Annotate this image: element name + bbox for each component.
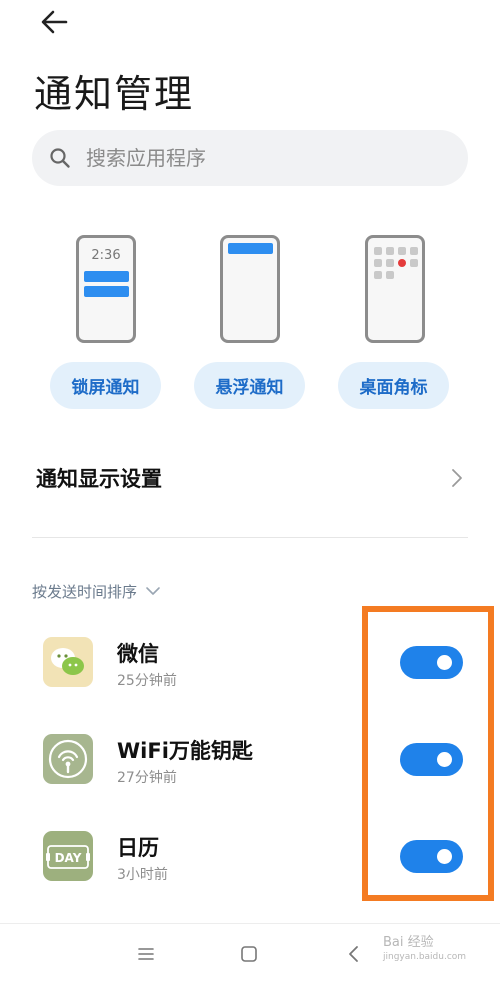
preview-time: 2:36 — [91, 248, 121, 263]
preview-notification-bar — [84, 271, 129, 282]
wifi-key-notification-toggle[interactable] — [400, 743, 463, 776]
app-name: 微信 — [117, 642, 159, 666]
toggle-knob — [437, 849, 452, 864]
app-time: 3小时前 — [117, 867, 168, 883]
back-button[interactable] — [36, 4, 76, 40]
lockscreen-preview[interactable]: 2:36 — [76, 235, 136, 343]
app-row-wifi-key[interactable]: WiFi万能钥匙 27分钟前 — [0, 734, 500, 814]
floating-notification-button[interactable]: 悬浮通知 — [194, 362, 305, 409]
wechat-notification-toggle[interactable] — [400, 646, 463, 679]
watermark: Bai 经验 jingyan.baidu.com — [383, 935, 466, 965]
floating-preview[interactable] — [220, 235, 280, 343]
notification-display-settings-label: 通知显示设置 — [36, 467, 162, 491]
app-time: 25分钟前 — [117, 673, 177, 689]
sort-label: 按发送时间排序 — [32, 582, 138, 601]
app-row-wechat[interactable]: 微信 25分钟前 — [0, 637, 500, 717]
app-name: 日历 — [117, 836, 159, 860]
back-chevron-icon[interactable] — [342, 942, 366, 966]
preview-notification-bar — [84, 286, 129, 297]
watermark-brand: Bai 经验 — [383, 935, 434, 950]
notification-display-settings-row[interactable]: 通知显示设置 — [0, 450, 500, 506]
calendar-icon-text: DAY — [55, 851, 82, 865]
wechat-icon — [43, 637, 93, 687]
search-input[interactable] — [86, 146, 426, 170]
divider — [32, 537, 468, 538]
badge-dot — [398, 259, 406, 267]
search-icon — [50, 148, 70, 168]
menu-icon[interactable] — [134, 942, 158, 966]
toggle-knob — [437, 655, 452, 670]
watermark-url: jingyan.baidu.com — [383, 952, 467, 962]
wifi-key-icon — [43, 734, 93, 784]
lockscreen-notification-button[interactable]: 锁屏通知 — [50, 362, 161, 409]
search-bar[interactable] — [32, 130, 468, 186]
toggle-knob — [437, 752, 452, 767]
app-name: WiFi万能钥匙 — [117, 739, 253, 763]
calendar-icon: DAY — [43, 831, 93, 881]
arrow-left-icon — [41, 10, 68, 34]
badge-preview[interactable] — [365, 235, 425, 343]
page-title: 通知管理 — [34, 72, 195, 116]
notification-management-screen: 通知管理 2:36 锁屏通知 悬浮通知 桌面角标 通知显示设置 按发送时 — [0, 0, 500, 983]
chevron-right-icon — [452, 469, 462, 487]
desktop-badge-button[interactable]: 桌面角标 — [338, 362, 449, 409]
calendar-notification-toggle[interactable] — [400, 840, 463, 873]
sort-selector[interactable]: 按发送时间排序 — [32, 578, 161, 604]
home-icon[interactable] — [237, 942, 261, 966]
app-time: 27分钟前 — [117, 770, 177, 786]
app-row-calendar[interactable]: DAY 日历 3小时前 — [0, 831, 500, 911]
preview-floating-bar — [228, 243, 273, 254]
chevron-down-icon — [146, 587, 160, 595]
preview-app-grid — [374, 247, 418, 279]
